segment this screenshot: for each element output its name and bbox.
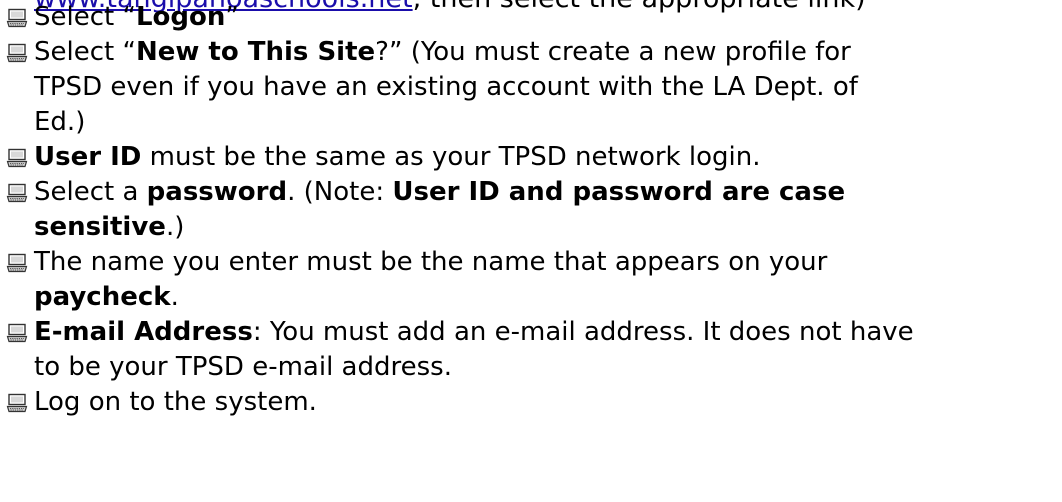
computer-icon bbox=[6, 323, 28, 343]
list-item-text: User ID must be the same as your TPSD ne… bbox=[34, 140, 1052, 175]
text-segment: ?” (You must create a new profile for bbox=[375, 37, 851, 67]
text-segment: must be the same as your TPSD network lo… bbox=[141, 142, 761, 172]
bullet-icon bbox=[6, 148, 28, 168]
bullet-icon bbox=[6, 183, 28, 203]
text-segment: The name you enter must be the name that… bbox=[34, 247, 828, 277]
text-segment: Select a bbox=[34, 177, 147, 207]
computer-icon bbox=[6, 43, 28, 63]
bold-term: password bbox=[146, 177, 288, 207]
text-segment: . (Note: bbox=[287, 177, 393, 207]
text-segment: Select “ bbox=[34, 2, 136, 32]
bullet-icon bbox=[6, 323, 28, 343]
bullet-icon bbox=[6, 393, 28, 413]
list-item-text: Log on to the system. bbox=[34, 385, 1052, 420]
bold-term: User ID and password are case bbox=[392, 177, 846, 207]
list-item-text: The name you enter must be the name that… bbox=[34, 245, 1052, 315]
bullet-icon bbox=[6, 8, 28, 28]
computer-icon bbox=[6, 148, 28, 168]
bold-term: paycheck bbox=[34, 282, 171, 312]
bold-term: User ID bbox=[34, 142, 142, 172]
bullet-icon bbox=[6, 253, 28, 273]
bold-term: New to This Site bbox=[135, 37, 376, 67]
list-item-text: Select a password. (Note: User ID and pa… bbox=[34, 175, 1052, 245]
list-item-text: Select “Logon” bbox=[34, 0, 1052, 35]
text-segment: Log on to the system. bbox=[34, 387, 317, 417]
text-segment: . bbox=[170, 282, 179, 312]
text-segment: .) bbox=[165, 212, 185, 242]
text-segment: : You must add an e-mail address. It doe… bbox=[252, 317, 914, 347]
list-item-text: E-mail Address: You must add an e-mail a… bbox=[34, 315, 1052, 385]
text-segment: Ed.) bbox=[34, 107, 86, 137]
text-segment: ” bbox=[225, 2, 239, 32]
text-segment: to be your TPSD e-mail address. bbox=[34, 352, 452, 382]
computer-icon bbox=[6, 393, 28, 413]
text-segment: Select “ bbox=[34, 37, 136, 67]
computer-icon bbox=[6, 183, 28, 203]
computer-icon bbox=[6, 253, 28, 273]
list-item-text: Select “New to This Site?” (You must cre… bbox=[34, 35, 1052, 140]
text-segment: TPSD even if you have an existing accoun… bbox=[34, 72, 858, 102]
bullet-icon bbox=[6, 43, 28, 63]
bold-term: sensitive bbox=[34, 212, 166, 242]
computer-icon bbox=[6, 8, 28, 28]
bold-term: Logon bbox=[135, 2, 226, 32]
bold-term: E-mail Address bbox=[34, 317, 253, 347]
